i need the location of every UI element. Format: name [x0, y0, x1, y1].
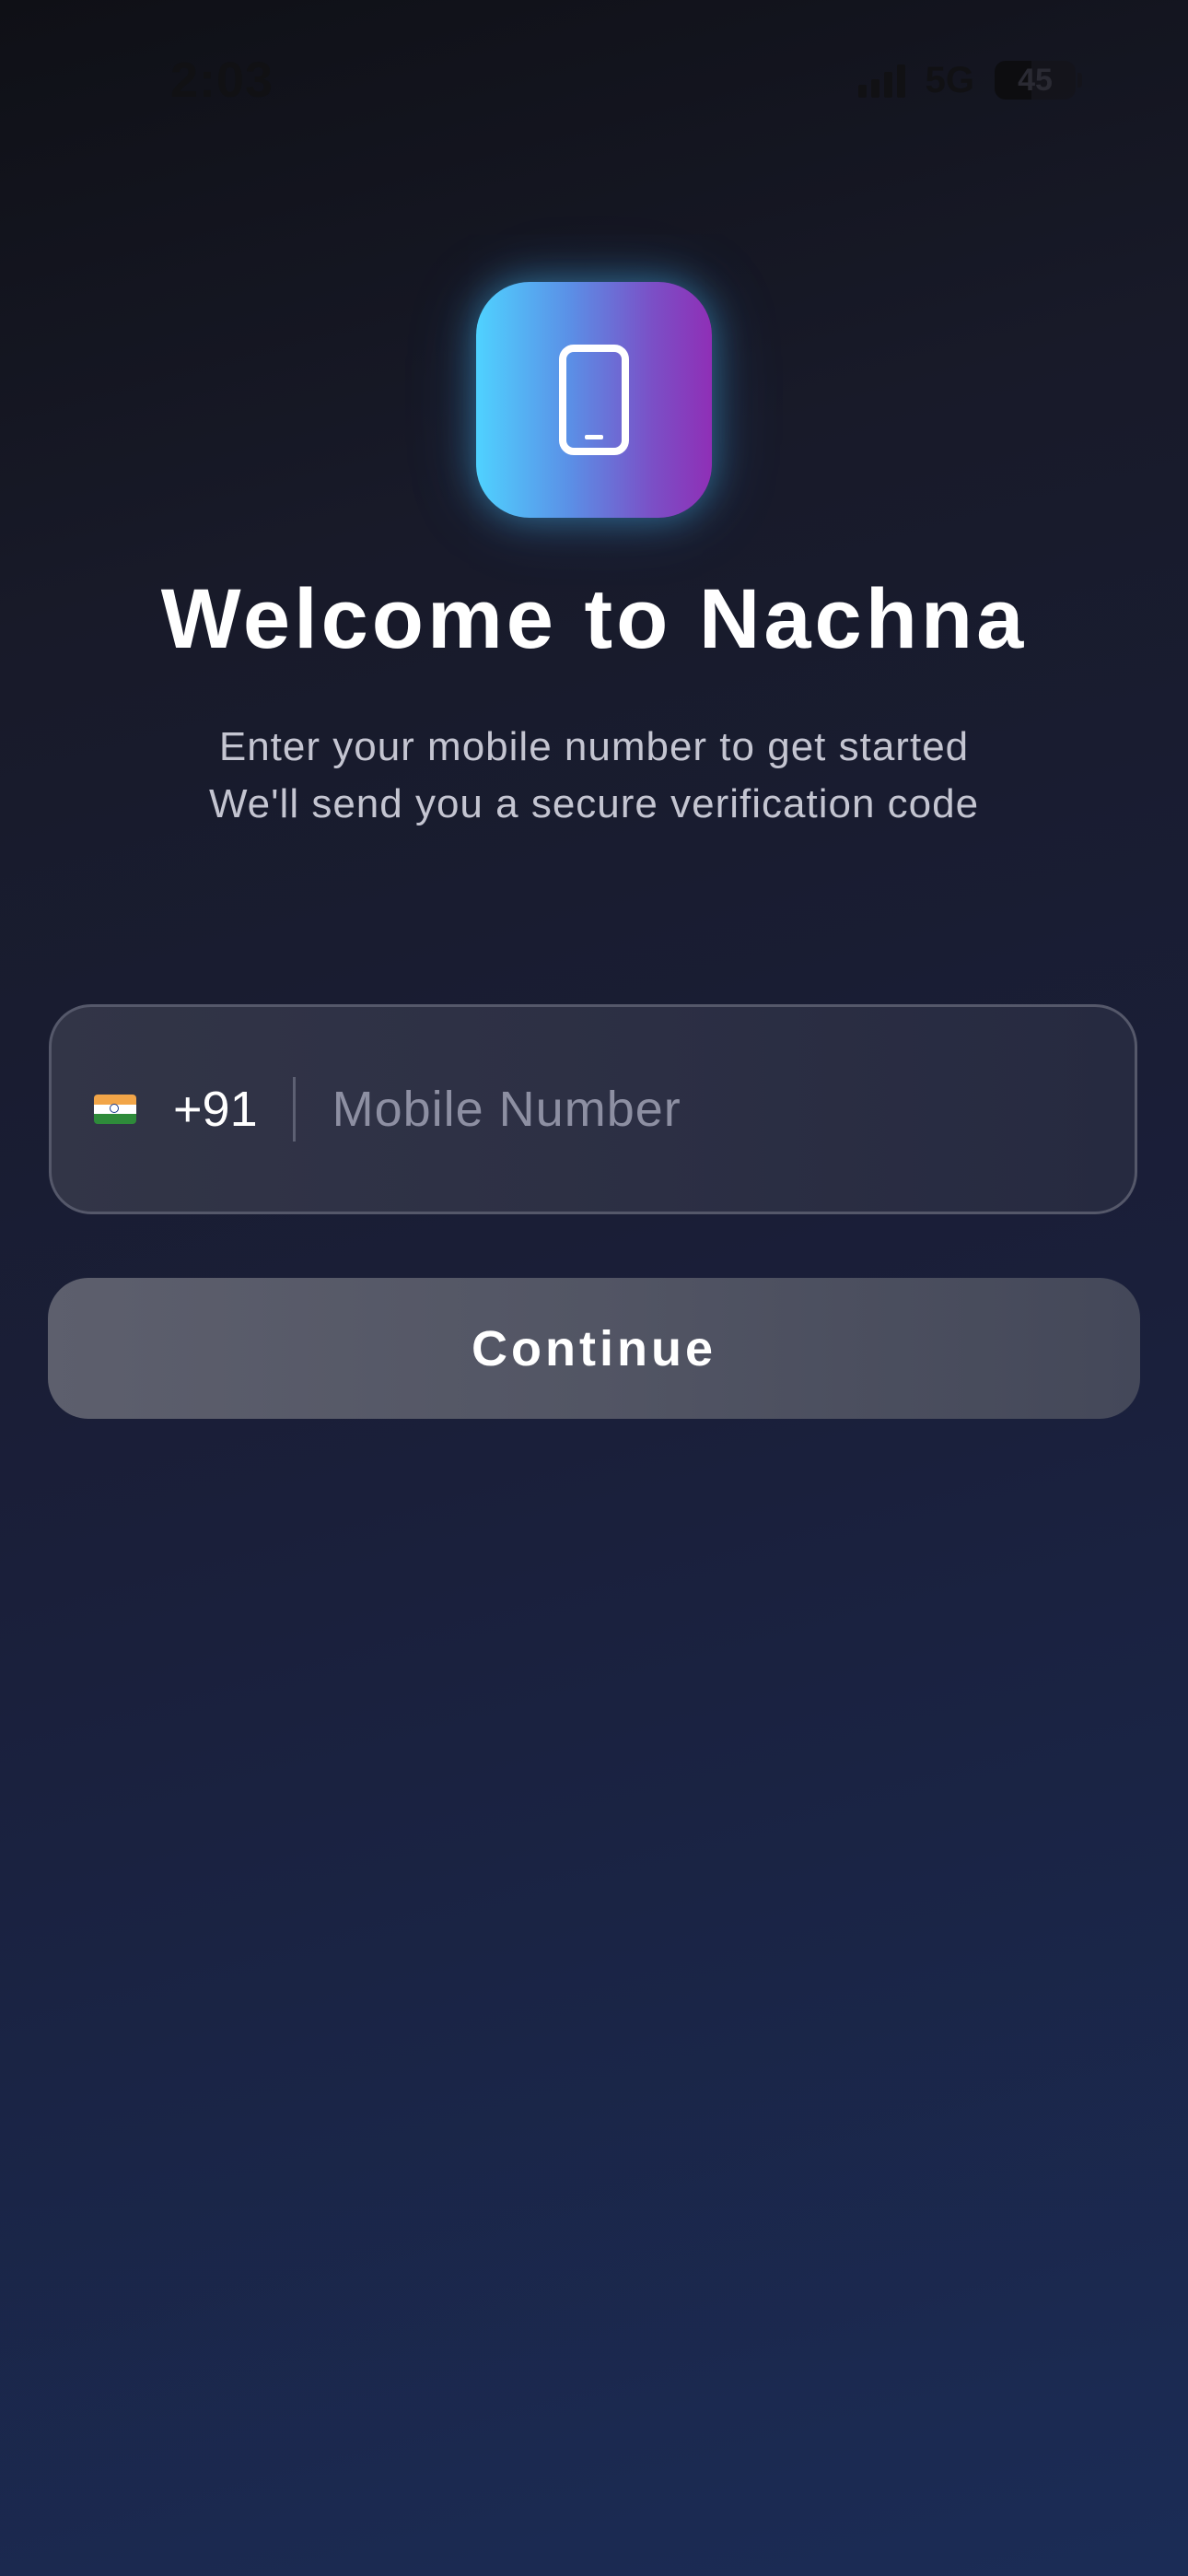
field-divider [292, 1077, 296, 1142]
cellular-signal-icon [857, 63, 905, 98]
india-flag-icon[interactable] [94, 1095, 136, 1124]
subtitle-line-2: We'll send you a secure verification cod… [208, 781, 980, 826]
status-indicators: 5G 45 [857, 57, 1082, 103]
battery-icon: 45 [995, 61, 1076, 100]
battery-level-text: 45 [1018, 62, 1053, 98]
welcome-title: Welcome to Nachna [160, 572, 1028, 666]
phone-number-field[interactable]: +91 [49, 1004, 1137, 1214]
continue-button[interactable]: Continue [48, 1278, 1140, 1419]
status-time: 2:03 [170, 53, 274, 108]
mobile-number-input[interactable] [332, 1063, 1135, 1155]
app-logo [476, 282, 712, 518]
network-type-label: 5G [925, 59, 974, 100]
battery-tip [1077, 73, 1082, 88]
smartphone-icon [559, 345, 629, 455]
subtitle-line-1: Enter your mobile number to get started [218, 724, 970, 769]
country-code[interactable]: +91 [173, 1081, 258, 1138]
status-bar: 2:03 5G 45 [0, 0, 1188, 157]
